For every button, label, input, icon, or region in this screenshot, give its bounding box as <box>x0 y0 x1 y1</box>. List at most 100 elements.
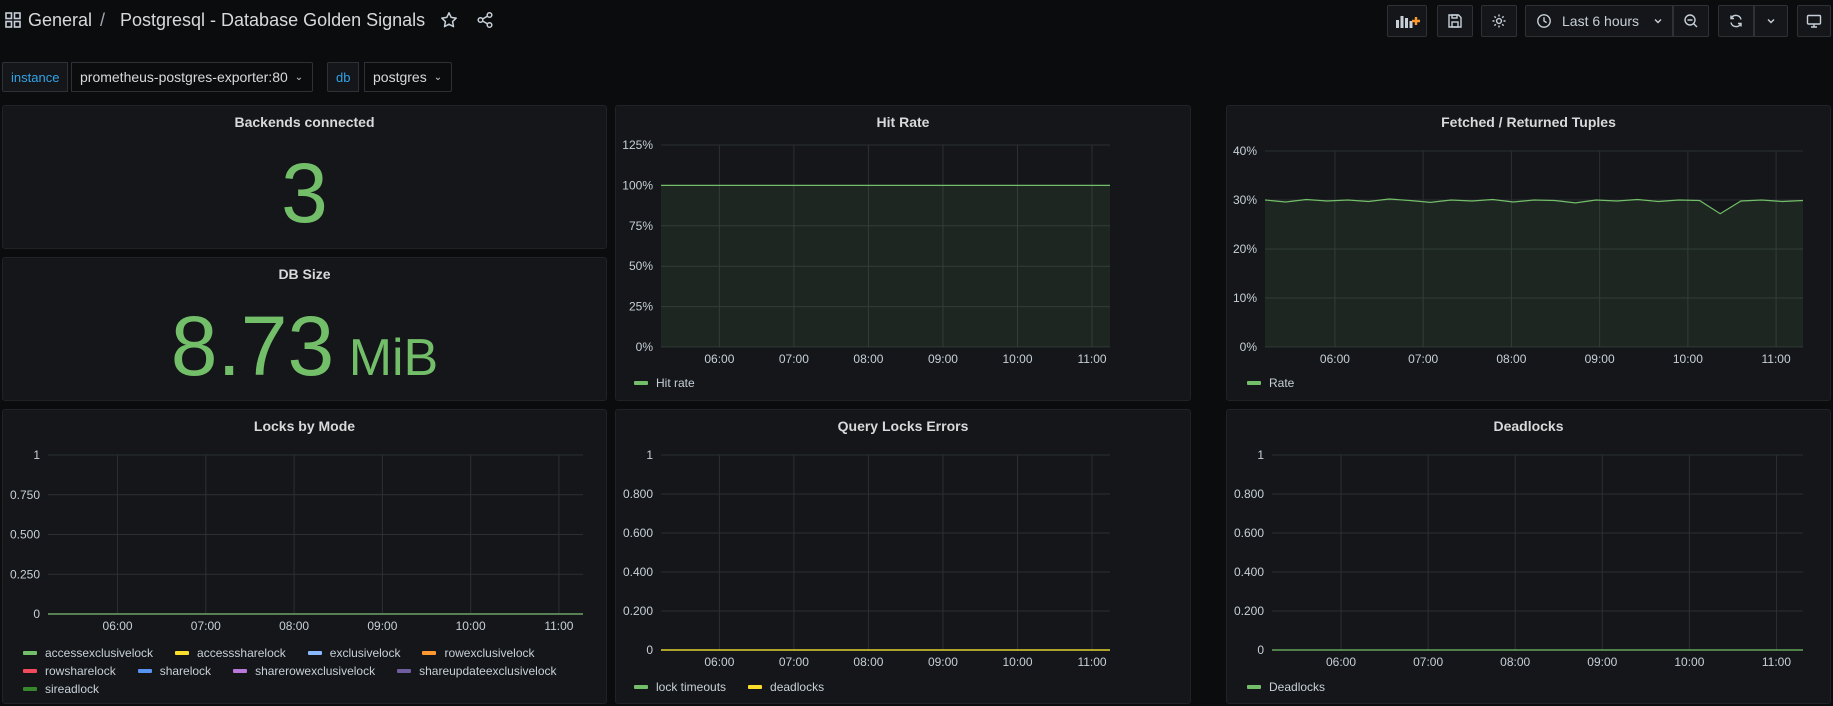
legend-swatch <box>1247 685 1261 689</box>
y-tick-label: 0.200 <box>623 604 653 618</box>
legend-swatch <box>175 651 190 655</box>
panel-deadlocks[interactable]: Deadlocks 0 0.200 0.400 0.600 0.800 1 06:00 07:… <box>1226 409 1831 704</box>
y-tick-label: 125% <box>622 138 653 152</box>
chevron-down-icon: ⌄ <box>433 71 443 83</box>
chart-legend: lock timeouts deadlocks <box>634 680 824 694</box>
legend-item[interactable]: Hit rate <box>634 376 695 390</box>
x-tick-label: 08:00 <box>1496 352 1526 366</box>
legend-item[interactable]: deadlocks <box>748 680 824 694</box>
legend-item[interactable]: shareupdateexclusivelock <box>397 664 557 678</box>
legend-item[interactable]: accesssharelock <box>175 646 286 660</box>
zoom-out-icon <box>1684 14 1698 28</box>
variable-value-db: postgres <box>373 69 427 85</box>
add-panel-button[interactable] <box>1387 5 1427 37</box>
y-tick-label: 0% <box>1240 340 1258 354</box>
variable-label-db: db <box>327 62 360 92</box>
y-tick-label: 0% <box>636 340 654 354</box>
variable-select-instance[interactable]: prometheus-postgres-exporter:80 ⌄ <box>71 62 313 92</box>
star-icon[interactable] <box>440 11 458 34</box>
chart-legend: Hit rate <box>634 376 695 390</box>
panel-query-locks-errors[interactable]: Query Locks Errors 0 0.200 0.400 0.600 0.800… <box>615 409 1191 704</box>
refresh-interval-button[interactable] <box>1754 5 1788 37</box>
x-tick-label: 10:00 <box>1002 352 1032 366</box>
save-dashboard-button[interactable] <box>1437 5 1473 37</box>
dashboard-title[interactable]: Postgresql - Database Golden Signals <box>120 10 425 31</box>
x-tick-label: 10:00 <box>1674 655 1704 669</box>
legend-item[interactable]: sharerowexclusivelock <box>233 664 375 678</box>
legend-label: shareupdateexclusivelock <box>419 664 557 678</box>
add-panel-icon <box>1396 16 1420 28</box>
y-tick-label: 0.250 <box>10 567 40 581</box>
legend-label: sharelock <box>159 664 212 678</box>
y-tick-label: 0.400 <box>1234 565 1264 579</box>
tv-mode-button[interactable] <box>1797 5 1831 37</box>
x-tick-label: 11:00 <box>1077 655 1106 669</box>
chart-legend: Rate <box>1247 376 1294 390</box>
panel-title: Backends connected <box>234 114 375 130</box>
panel-db-size[interactable]: DB Size 8.73 MiB <box>2 257 607 401</box>
y-tick-label: 10% <box>1233 291 1257 305</box>
hit-rate-chart: 0% 25% 50% 75% 100% 125% 06:00 07:00 08:00 09:00 1… <box>622 138 1110 366</box>
legend-item[interactable]: exclusivelock <box>307 646 400 660</box>
stat-value: 3 <box>281 146 328 240</box>
series-area <box>1265 199 1803 347</box>
y-tick-label: 0.400 <box>623 565 653 579</box>
y-tick-label: 1 <box>646 448 653 462</box>
legend-item[interactable]: rowexclusivelock <box>422 646 535 660</box>
legend-item[interactable]: lock timeouts <box>634 680 726 694</box>
legend-label: Hit rate <box>656 376 695 390</box>
legend-item[interactable]: Deadlocks <box>1247 680 1325 694</box>
legend-label: rowsharelock <box>45 664 116 678</box>
legend-label: deadlocks <box>770 680 825 694</box>
time-picker-button[interactable]: Last 6 hours <box>1525 5 1673 37</box>
legend-swatch <box>1247 381 1261 385</box>
x-tick-label: 10:00 <box>1002 655 1032 669</box>
time-range-label: Last 6 hours <box>1562 13 1640 29</box>
y-tick-label: 0.600 <box>623 526 653 540</box>
panel-fetched-returned-tuples[interactable]: Fetched / Returned Tuples 0% 10% 20% 30% 40%… <box>1226 105 1831 401</box>
x-tick-label: 11:00 <box>1762 655 1791 669</box>
legend-item[interactable]: accessexclusivelock <box>23 646 153 660</box>
dashboard-settings-button[interactable] <box>1481 5 1517 37</box>
monitor-icon <box>1806 14 1822 28</box>
x-tick-label: 07:00 <box>779 655 809 669</box>
legend-item[interactable]: rowsharelock <box>23 664 116 678</box>
y-tick-label: 1 <box>1257 448 1264 462</box>
dashboards-grid-icon[interactable] <box>4 11 22 29</box>
panel-backends-connected[interactable]: Backends connected 3 <box>2 105 607 249</box>
legend-item[interactable]: Rate <box>1247 376 1294 390</box>
legend-label: accessexclusivelock <box>45 646 154 660</box>
y-tick-label: 0.600 <box>1234 526 1264 540</box>
share-icon[interactable] <box>476 11 494 34</box>
refresh-button[interactable] <box>1718 5 1754 37</box>
x-tick-label: 07:00 <box>779 352 809 366</box>
x-tick-label: 10:00 <box>456 619 486 633</box>
panel-hit-rate[interactable]: Hit Rate 0% 25% 50% 75% 100% 125% 06:00 07:00 08… <box>615 105 1191 401</box>
legend-item[interactable]: sireadlock <box>23 682 99 696</box>
x-tick-label: 07:00 <box>1413 655 1443 669</box>
legend-label: sireadlock <box>45 682 100 696</box>
x-tick-label: 11:00 <box>1077 352 1106 366</box>
chevron-down-icon <box>1767 19 1775 24</box>
x-tick-label: 07:00 <box>1408 352 1438 366</box>
x-tick-label: 09:00 <box>928 352 958 366</box>
query-locks-chart: 0 0.200 0.400 0.600 0.800 1 06:00 07:00 08:00 09:… <box>623 448 1110 669</box>
breadcrumb-separator: / <box>100 10 106 30</box>
y-tick-label: 0.800 <box>1234 487 1264 501</box>
variable-value-instance: prometheus-postgres-exporter:80 <box>80 69 288 85</box>
top-navbar: General / Postgresql - Database Golden S… <box>0 0 1833 44</box>
x-tick-label: 08:00 <box>279 619 309 633</box>
breadcrumb-folder[interactable]: General <box>28 10 92 31</box>
legend-item[interactable]: sharelock <box>137 664 212 678</box>
gear-icon <box>1492 14 1506 28</box>
legend-swatch <box>23 669 37 673</box>
chevron-down-icon: ⌄ <box>294 71 304 83</box>
x-tick-label: 11:00 <box>1762 352 1791 366</box>
panel-locks-by-mode[interactable]: Locks by Mode 0 0.250 0.500 0.750 1 06:00 07:0… <box>2 409 607 704</box>
variable-select-db[interactable]: postgres ⌄ <box>364 62 452 92</box>
y-tick-label: 30% <box>1233 193 1257 207</box>
tuples-chart: 0% 10% 20% 30% 40% 06:00 07:00 08:00 09:00 10:00 1… <box>1233 144 1804 366</box>
zoom-out-button[interactable] <box>1673 5 1709 37</box>
y-tick-label: 50% <box>629 259 653 273</box>
y-tick-label: 0 <box>33 607 40 621</box>
